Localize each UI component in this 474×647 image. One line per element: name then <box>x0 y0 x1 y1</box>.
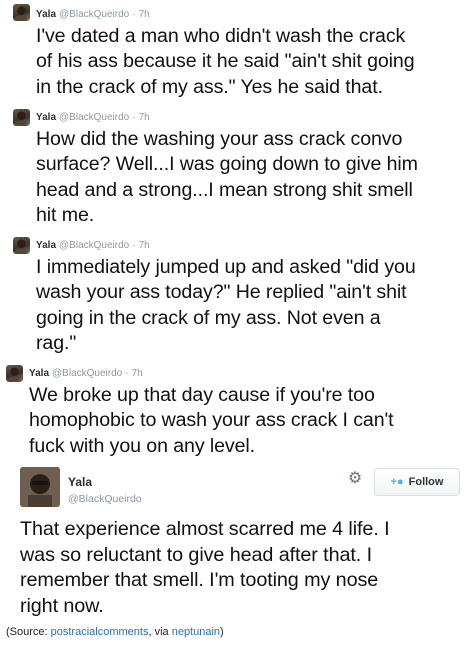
text-line: surface? Well...I was going down to give… <box>36 153 418 176</box>
author-name[interactable]: Yala <box>36 112 56 123</box>
tweet-text: That experience almost scarred me 4 life… <box>20 517 390 619</box>
source-prefix: (Source: <box>6 626 51 638</box>
text-line: fuck with you on any level. <box>29 434 256 457</box>
text-line: head and a strong...I mean strong shit s… <box>36 178 413 201</box>
tweet-text: We broke up that day cause if you're too… <box>29 383 394 459</box>
avatar[interactable] <box>13 109 30 126</box>
avatar[interactable] <box>13 237 30 254</box>
text-line: That experience almost scarred me 4 life… <box>20 518 390 540</box>
author-handle[interactable]: @BlackQueirdo <box>52 368 122 379</box>
author-name[interactable]: Yala <box>36 9 56 20</box>
text-line: was so reluctant to give head after that… <box>20 543 372 566</box>
text-line: right now. <box>20 594 104 617</box>
text-line: How did the washing your ass crack convo <box>36 128 403 150</box>
follow-button[interactable]: +● Follow <box>374 468 460 496</box>
author-handle[interactable]: @BlackQueirdo <box>59 112 129 123</box>
timestamp[interactable]: 7h <box>139 9 150 20</box>
author-name[interactable]: Yala <box>68 475 92 489</box>
author-name[interactable]: Yala <box>36 240 56 251</box>
text-line: homophobic to wash your ass crack I can'… <box>29 409 394 432</box>
text-line: remember that smell. I'm tooting my nose <box>20 569 379 592</box>
via-link[interactable]: neptunain <box>172 626 220 638</box>
tweet-text: I immediately jumped up and asked "did y… <box>36 255 416 357</box>
source-suffix: ) <box>220 626 224 638</box>
author-handle[interactable]: @BlackQueirdo <box>59 240 129 251</box>
avatar[interactable] <box>13 4 30 21</box>
author-handle[interactable]: @BlackQueirdo <box>68 493 142 505</box>
tweet-text: I've dated a man who didn't wash the cra… <box>36 24 415 100</box>
timestamp[interactable]: 7h <box>139 240 150 251</box>
text-line: We broke up that day cause if you're too <box>29 384 375 406</box>
text-line: wash your ass today?" He replied "ain't … <box>36 281 407 304</box>
author-handle[interactable]: @BlackQueirdo <box>59 9 129 20</box>
text-line: I've dated a man who didn't wash the cra… <box>36 25 406 47</box>
text-line: of his ass because it he said "ain't shi… <box>36 50 415 73</box>
author-name[interactable]: Yala <box>29 368 49 379</box>
avatar[interactable] <box>20 467 60 507</box>
text-line: going in the crack of my ass. Not even a <box>36 306 381 329</box>
text-line: in the crack of my ass." Yes he said tha… <box>36 75 383 98</box>
add-user-icon: +● <box>390 476 404 488</box>
timestamp[interactable]: 7h <box>132 368 143 379</box>
tweet-text: How did the washing your ass crack convo… <box>36 127 418 229</box>
source-middle: , via <box>148 626 172 638</box>
text-line: rag." <box>36 332 77 355</box>
timestamp[interactable]: 7h <box>139 112 150 123</box>
source-credit: (Source: postracialcomments, via neptuna… <box>6 626 224 638</box>
gear-icon[interactable]: ⚙ <box>346 470 364 488</box>
avatar[interactable] <box>6 365 23 382</box>
text-line: I immediately jumped up and asked "did y… <box>36 256 416 278</box>
source-link[interactable]: postracialcomments <box>51 626 149 638</box>
text-line: hit me. <box>36 204 95 227</box>
follow-label: Follow <box>408 476 444 488</box>
